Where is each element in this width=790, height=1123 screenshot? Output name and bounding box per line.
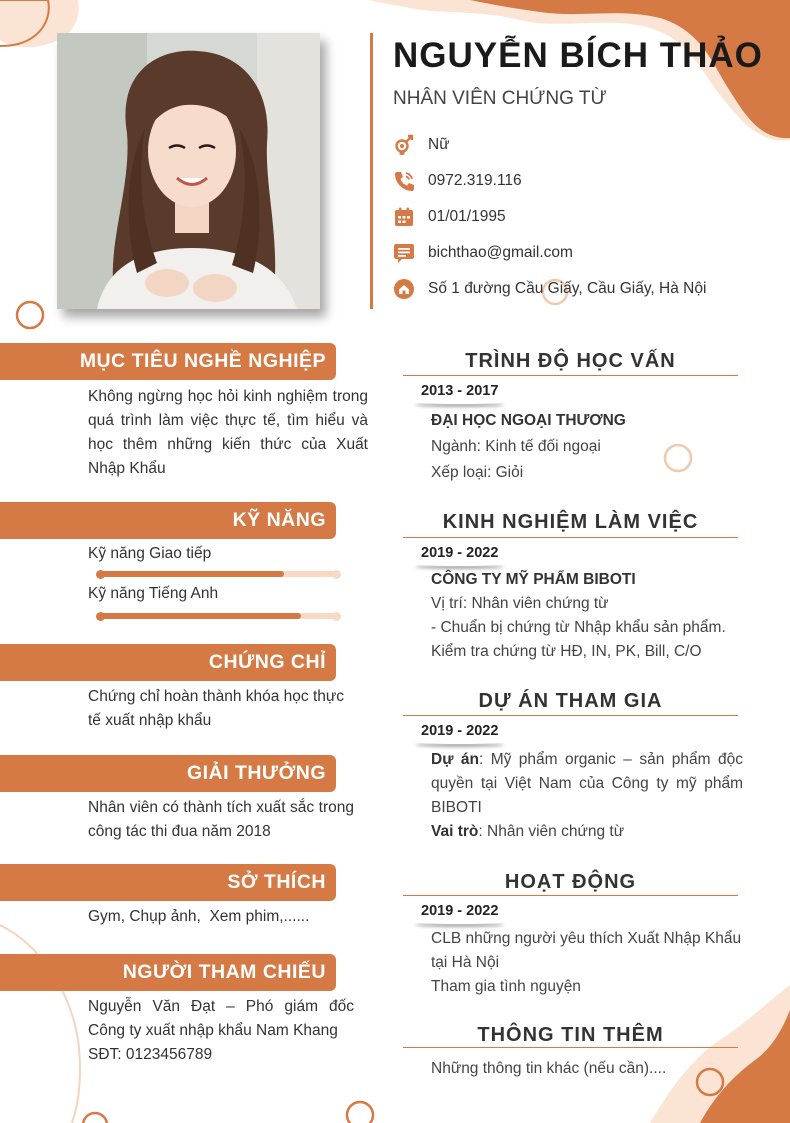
skill-bar-start-dot [96,611,105,621]
section-hobbies-title: SỞ THÍCH [0,864,336,901]
skill-bar [100,613,336,619]
section-divider [403,895,738,896]
role-label: Vai trò [431,823,479,840]
projects-date: 2019 - 2022 [413,723,506,742]
skill-bar-fill [100,571,285,577]
section-divider [403,537,738,538]
activity-line: CLB những người yêu thích Xuất Nhập Khẩu [431,930,742,947]
experience-task: Kiểm tra chứng từ HĐ, IN, PK, Bill, C/O [431,643,702,660]
section-skills-title: KỸ NĂNG [0,502,336,539]
birthday-value: 01/01/1995 [428,208,506,225]
project-label: Dự án [431,751,479,768]
activity-line: tại Hà Nội [431,954,500,971]
skill-label: Kỹ năng Giao tiếp [88,545,212,562]
role-text: : Nhân viên chứng từ [478,823,625,840]
section-divider [403,375,738,376]
skill-bar [100,571,336,577]
info-address: Số 1 đường Cầu Giấy, Cầu Giấy, Hà Nội [393,277,706,301]
info-birthday: 01/01/1995 [393,205,506,229]
skill-bar-start-dot [96,569,105,579]
phone-icon [393,170,415,192]
objective-text: Không ngừng học hỏi kinh nghiệm trong qu… [88,388,368,477]
skill-bar-end-dot [332,569,341,579]
location-icon [393,278,415,300]
section-objective-title: MỤC TIÊU NGHỀ NGHIỆP [0,343,336,380]
address-value: Số 1 đường Cầu Giấy, Cầu Giấy, Hà Nội [428,280,707,297]
gender-value: Nữ [428,136,450,153]
experience-date: 2019 - 2022 [413,545,506,564]
section-divider [403,715,738,716]
section-activities-title: HOẠT ĐỘNG [504,871,637,893]
section-projects-title: DỰ ÁN THAM GIA [478,690,663,712]
person-name: NGUYỄN BÍCH THẢO [393,36,763,75]
profile-photo [57,33,320,309]
project-description: Dự án: Mỹ phẩm organic – sản phẩm độc qu… [431,748,743,820]
skill-label: Kỹ năng Tiếng Anh [88,585,219,602]
email-value: bichthao@gmail.com [428,244,573,261]
info-email: bichthao@gmail.com [393,241,573,265]
skill-bar-end-dot [332,611,341,621]
section-experience-title: KINH NGHIỆM LÀM VIỆC [442,511,699,533]
skill-bar-fill [100,613,301,619]
calendar-icon [393,206,415,228]
section-education-title: TRÌNH ĐỘ HỌC VẤN [465,350,676,372]
experience-task: - Chuẩn bị chứng từ Nhập khẩu sản phẩm. [431,619,726,636]
email-icon [393,242,415,264]
project-role: Vai trò: Nhân viên chứng từ [431,820,624,844]
education-major: Ngành: Kinh tế đối ngoại [431,438,601,455]
more-info-text: Những thông tin khác (nếu cần).... [431,1060,667,1077]
phone-value: 0972.319.116 [428,172,522,189]
experience-company: CÔNG TY MỸ PHẨM BIBOTI [431,571,636,588]
education-school: ĐẠI HỌC NGOẠI THƯƠNG [431,412,626,429]
section-divider [403,1047,738,1048]
certificates-text: Chứng chỉ hoàn thành khóa học thực tế xu… [88,688,345,729]
activity-line: Tham gia tình nguyện [431,978,581,995]
section-more-info-title: THÔNG TIN THÊM [477,1024,664,1046]
experience-position: Vị trí: Nhân viên chứng từ [431,595,609,612]
info-phone: 0972.319.116 [393,169,522,193]
education-grade: Xếp loại: Giỏi [431,464,524,481]
header-divider [370,33,373,309]
section-references-title: NGƯỜI THAM CHIẾU [0,954,336,991]
activities-date: 2019 - 2022 [413,903,506,922]
job-title: NHÂN VIÊN CHỨNG TỪ [393,88,607,109]
info-gender: Nữ [393,133,450,157]
hobbies-text: Gym, Chụp ảnh, Xem phim,...... [88,908,310,925]
references-phone: SĐT: 0123456789 [88,1046,213,1063]
section-certificates-title: CHỨNG CHỈ [0,644,336,681]
awards-text: Nhân viên có thành tích xuất sắc trong c… [88,799,354,840]
references-text: Nguyễn Văn Đạt – Phó giám đốc Công ty xu… [88,998,354,1039]
section-awards-title: GIẢI THƯỞNG [0,755,336,792]
gender-icon [393,134,415,156]
education-date: 2013 - 2017 [413,383,506,402]
portrait-image [57,33,320,309]
